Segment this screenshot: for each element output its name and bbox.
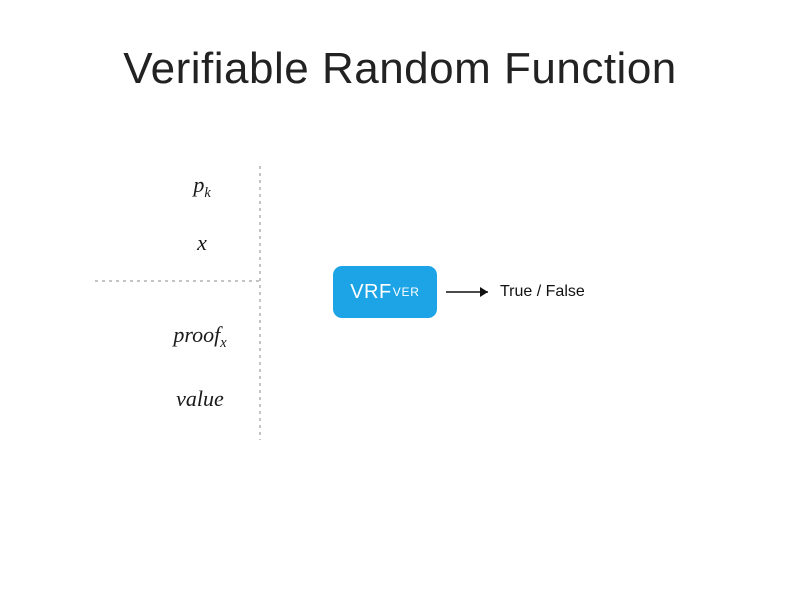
output-arrow	[0, 140, 800, 500]
vrf-diagram: pk x proofx value VRFVER True / False	[0, 140, 800, 500]
page-title: Verifiable Random Function	[0, 44, 800, 94]
output-label: True / False	[500, 283, 585, 301]
